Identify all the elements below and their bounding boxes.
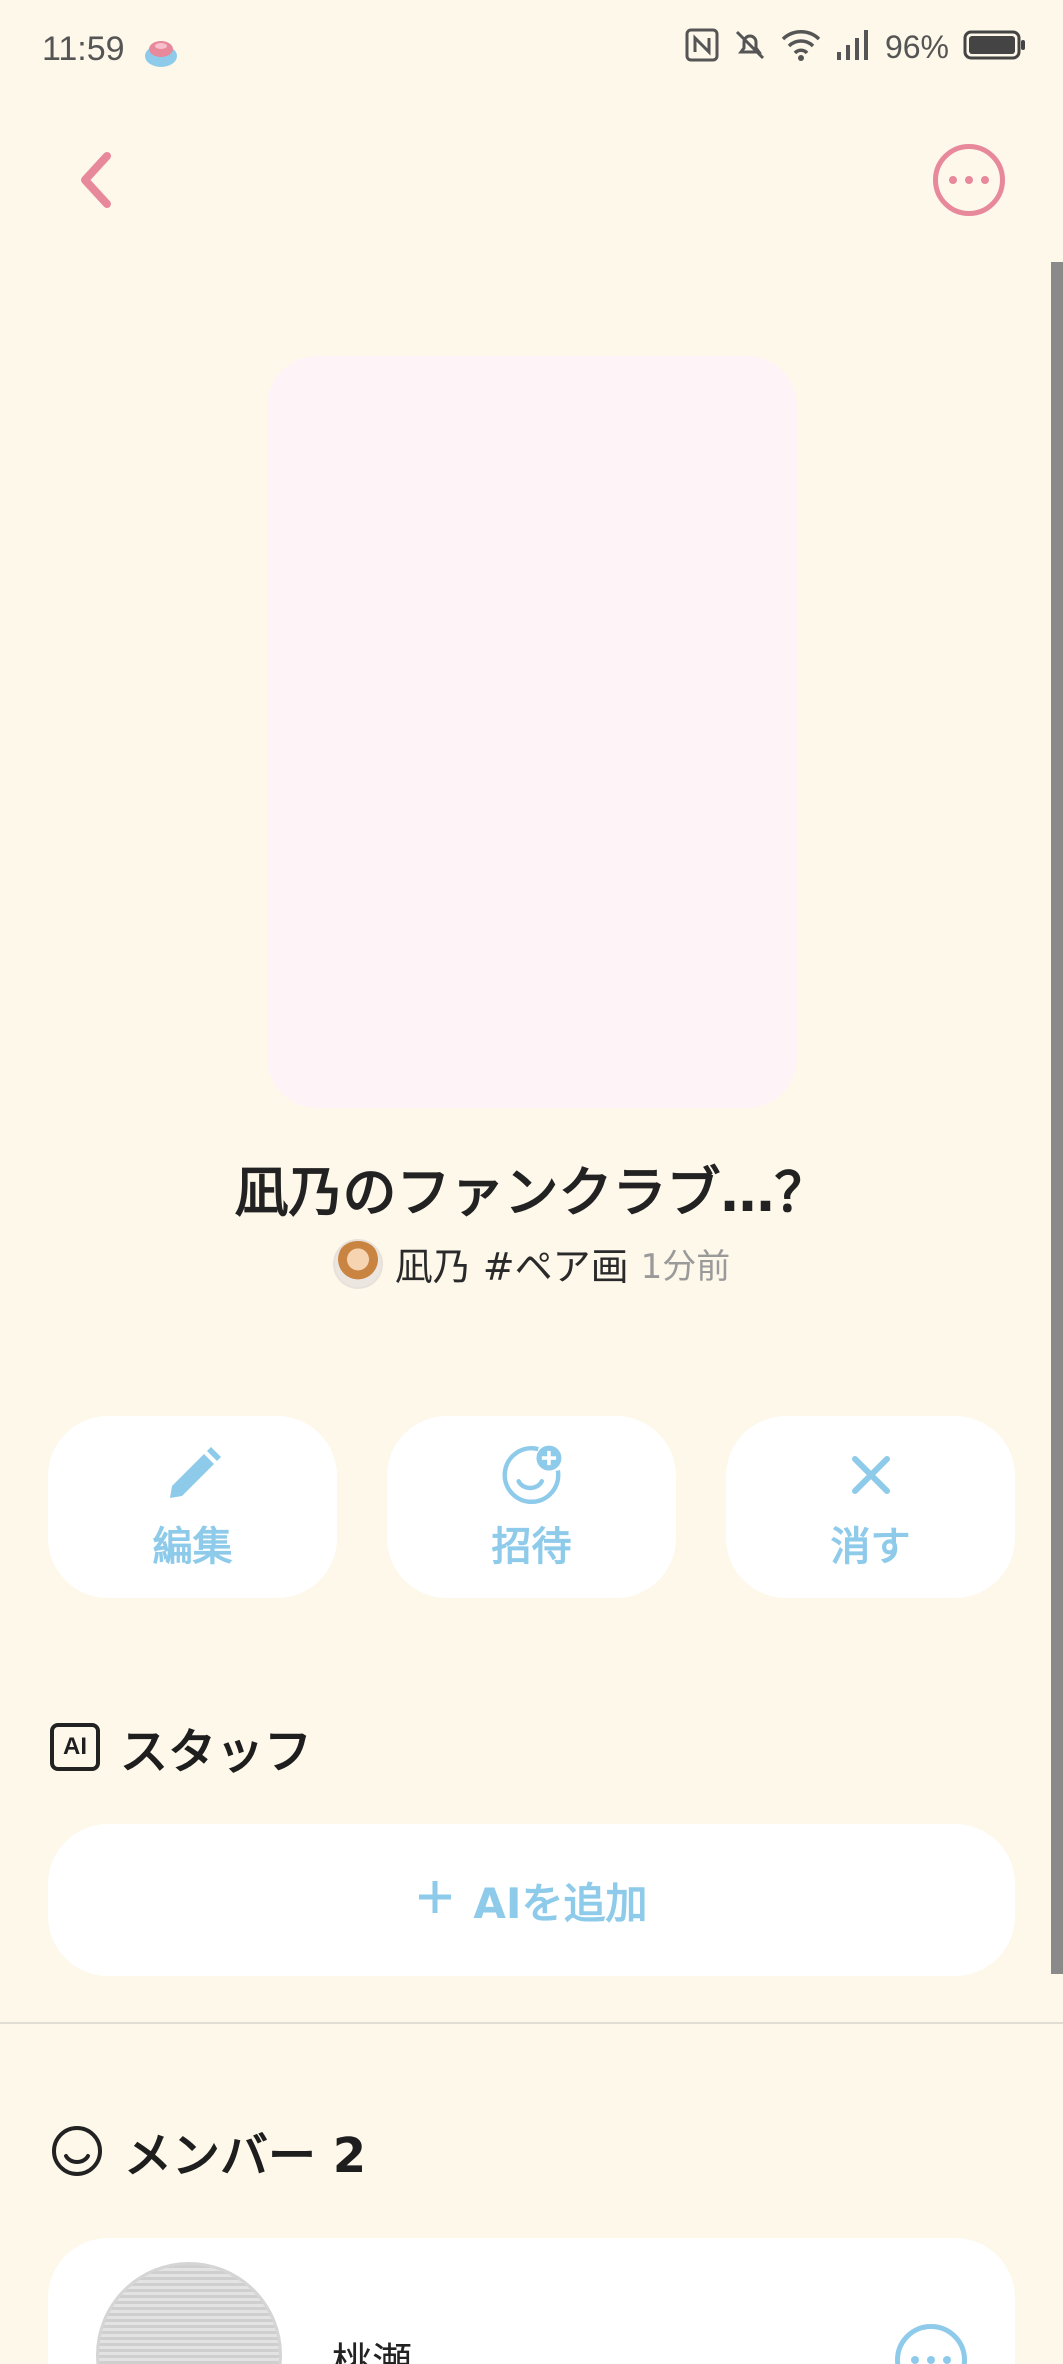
delete-button[interactable]: 消す — [726, 1416, 1015, 1598]
scrollbar[interactable] — [1051, 262, 1063, 1974]
author-name[interactable]: 凪乃 #ペア画 — [395, 1236, 629, 1291]
post-time: 1分前 — [640, 1247, 731, 1287]
member-name: 桃瀬。 — [332, 2340, 452, 2364]
add-person-icon — [499, 1442, 565, 1508]
member-avatar[interactable] — [96, 2262, 282, 2364]
more-circle-icon — [911, 2356, 919, 2364]
room-cover-image[interactable] — [267, 356, 797, 1108]
more-dot — [965, 176, 973, 184]
status-time: 11:59 — [42, 30, 125, 68]
author-avatar[interactable] — [332, 1238, 383, 1289]
room-title: 凪乃のファンクラブ…？ — [234, 1161, 829, 1224]
smile-icon — [50, 2124, 104, 2178]
battery-icon — [963, 29, 1027, 65]
more-dot — [927, 2356, 935, 2364]
more-dot — [981, 176, 989, 184]
status-bar: 11:59 96% — [0, 0, 1063, 100]
edit-label: 編集 — [152, 1524, 233, 1570]
more-dot — [943, 2356, 951, 2364]
plus-icon — [415, 1871, 455, 1929]
member-row[interactable]: 桃瀬。 — [48, 2238, 1015, 2364]
close-icon — [838, 1442, 904, 1508]
more-circle-icon — [949, 176, 957, 184]
bell-off-icon — [733, 28, 767, 66]
section-divider — [0, 2022, 1063, 2024]
member-more-button[interactable] — [895, 2324, 967, 2364]
add-ai-button[interactable]: AIを追加 — [48, 1824, 1015, 1976]
members-title: メンバー 2 — [124, 2128, 367, 2184]
back-button[interactable] — [62, 140, 128, 220]
wifi-icon — [781, 29, 821, 65]
battery-percent: 96% — [884, 28, 949, 65]
pencil-icon — [160, 1442, 226, 1508]
more-options-button[interactable] — [933, 144, 1005, 216]
room-meta: 凪乃 #ペア画 1分前 — [0, 1236, 1063, 1291]
edit-button[interactable]: 編集 — [48, 1416, 337, 1598]
app-notification-icon — [142, 32, 180, 70]
status-icons: 96% — [685, 28, 1027, 66]
room-detail-screen: 11:59 96% 凪乃のファンクラブ…？ 凪乃 #ペア画 1分前 編集 招待 … — [0, 0, 1063, 2364]
chevron-left-icon — [81, 152, 111, 208]
members-section-header: メンバー 2 — [50, 2116, 366, 2186]
nfc-icon — [685, 28, 719, 66]
invite-button[interactable]: 招待 — [387, 1416, 676, 1598]
ai-icon: AI — [50, 1723, 100, 1771]
add-ai-label: AIを追加 — [473, 1878, 648, 1928]
invite-label: 招待 — [491, 1524, 572, 1570]
signal-icon — [835, 28, 871, 66]
staff-section-header: AI スタッフ — [50, 1712, 312, 1782]
action-buttons: 編集 招待 消す — [48, 1416, 1015, 1598]
staff-title: スタッフ — [120, 1724, 313, 1780]
delete-label: 消す — [830, 1524, 911, 1570]
